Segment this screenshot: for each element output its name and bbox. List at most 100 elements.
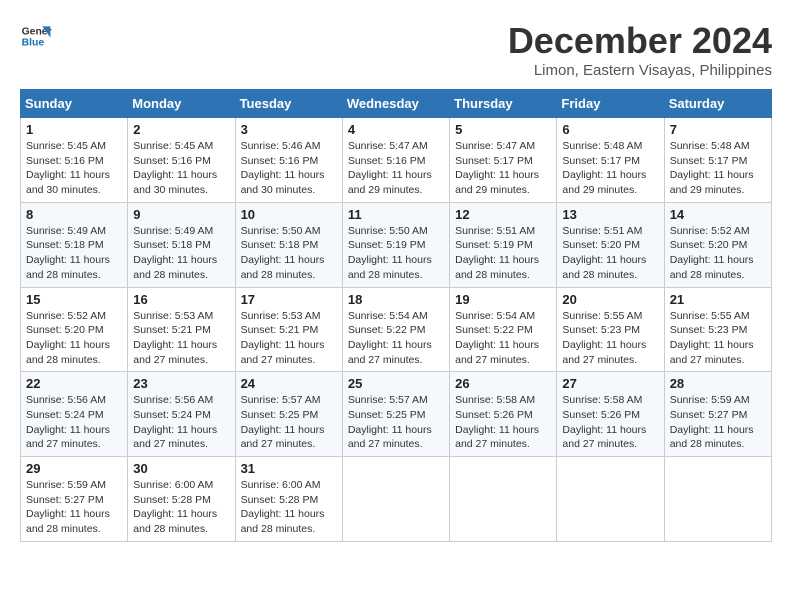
header-saturday: Saturday xyxy=(664,90,771,118)
day-info: Sunrise: 5:52 AM Sunset: 5:20 PM Dayligh… xyxy=(670,224,766,283)
calendar-cell xyxy=(664,457,771,542)
day-info: Sunrise: 5:54 AM Sunset: 5:22 PM Dayligh… xyxy=(455,309,551,368)
calendar-header-row: SundayMondayTuesdayWednesdayThursdayFrid… xyxy=(21,90,772,118)
header-sunday: Sunday xyxy=(21,90,128,118)
day-number: 17 xyxy=(241,292,337,307)
calendar-cell: 20 Sunrise: 5:55 AM Sunset: 5:23 PM Dayl… xyxy=(557,287,664,372)
calendar-cell xyxy=(557,457,664,542)
calendar-cell: 12 Sunrise: 5:51 AM Sunset: 5:19 PM Dayl… xyxy=(450,202,557,287)
day-number: 18 xyxy=(348,292,444,307)
calendar-cell: 13 Sunrise: 5:51 AM Sunset: 5:20 PM Dayl… xyxy=(557,202,664,287)
calendar-title: December 2024 xyxy=(508,20,772,62)
day-number: 19 xyxy=(455,292,551,307)
day-info: Sunrise: 5:49 AM Sunset: 5:18 PM Dayligh… xyxy=(133,224,229,283)
day-info: Sunrise: 5:54 AM Sunset: 5:22 PM Dayligh… xyxy=(348,309,444,368)
day-number: 16 xyxy=(133,292,229,307)
day-number: 3 xyxy=(241,122,337,137)
calendar-cell: 14 Sunrise: 5:52 AM Sunset: 5:20 PM Dayl… xyxy=(664,202,771,287)
day-number: 5 xyxy=(455,122,551,137)
day-info: Sunrise: 6:00 AM Sunset: 5:28 PM Dayligh… xyxy=(241,478,337,537)
calendar-week-5: 29 Sunrise: 5:59 AM Sunset: 5:27 PM Dayl… xyxy=(21,457,772,542)
day-number: 10 xyxy=(241,207,337,222)
day-number: 30 xyxy=(133,461,229,476)
calendar-subtitle: Limon, Eastern Visayas, Philippines xyxy=(508,62,772,79)
day-info: Sunrise: 5:48 AM Sunset: 5:17 PM Dayligh… xyxy=(670,139,766,198)
day-info: Sunrise: 5:55 AM Sunset: 5:23 PM Dayligh… xyxy=(670,309,766,368)
calendar-cell: 9 Sunrise: 5:49 AM Sunset: 5:18 PM Dayli… xyxy=(128,202,235,287)
calendar-cell: 17 Sunrise: 5:53 AM Sunset: 5:21 PM Dayl… xyxy=(235,287,342,372)
day-number: 25 xyxy=(348,376,444,391)
calendar-cell: 21 Sunrise: 5:55 AM Sunset: 5:23 PM Dayl… xyxy=(664,287,771,372)
calendar-cell: 26 Sunrise: 5:58 AM Sunset: 5:26 PM Dayl… xyxy=(450,372,557,457)
calendar-cell: 4 Sunrise: 5:47 AM Sunset: 5:16 PM Dayli… xyxy=(342,118,449,203)
day-number: 6 xyxy=(562,122,658,137)
calendar-cell: 18 Sunrise: 5:54 AM Sunset: 5:22 PM Dayl… xyxy=(342,287,449,372)
day-info: Sunrise: 5:57 AM Sunset: 5:25 PM Dayligh… xyxy=(241,393,337,452)
day-number: 11 xyxy=(348,207,444,222)
day-number: 27 xyxy=(562,376,658,391)
logo: General Blue xyxy=(20,20,52,52)
day-info: Sunrise: 5:51 AM Sunset: 5:19 PM Dayligh… xyxy=(455,224,551,283)
svg-text:Blue: Blue xyxy=(22,38,45,49)
day-info: Sunrise: 5:56 AM Sunset: 5:24 PM Dayligh… xyxy=(26,393,122,452)
day-info: Sunrise: 5:59 AM Sunset: 5:27 PM Dayligh… xyxy=(26,478,122,537)
day-number: 2 xyxy=(133,122,229,137)
day-number: 15 xyxy=(26,292,122,307)
calendar-cell: 15 Sunrise: 5:52 AM Sunset: 5:20 PM Dayl… xyxy=(21,287,128,372)
day-info: Sunrise: 5:55 AM Sunset: 5:23 PM Dayligh… xyxy=(562,309,658,368)
calendar-week-1: 1 Sunrise: 5:45 AM Sunset: 5:16 PM Dayli… xyxy=(21,118,772,203)
calendar-cell: 2 Sunrise: 5:45 AM Sunset: 5:16 PM Dayli… xyxy=(128,118,235,203)
day-number: 31 xyxy=(241,461,337,476)
calendar-cell xyxy=(342,457,449,542)
day-info: Sunrise: 5:45 AM Sunset: 5:16 PM Dayligh… xyxy=(133,139,229,198)
calendar-cell: 8 Sunrise: 5:49 AM Sunset: 5:18 PM Dayli… xyxy=(21,202,128,287)
calendar-cell: 31 Sunrise: 6:00 AM Sunset: 5:28 PM Dayl… xyxy=(235,457,342,542)
day-number: 28 xyxy=(670,376,766,391)
calendar-cell: 23 Sunrise: 5:56 AM Sunset: 5:24 PM Dayl… xyxy=(128,372,235,457)
page-header: General Blue December 2024 Limon, Easter… xyxy=(20,20,772,79)
calendar-week-2: 8 Sunrise: 5:49 AM Sunset: 5:18 PM Dayli… xyxy=(21,202,772,287)
day-info: Sunrise: 5:45 AM Sunset: 5:16 PM Dayligh… xyxy=(26,139,122,198)
day-number: 8 xyxy=(26,207,122,222)
day-info: Sunrise: 5:48 AM Sunset: 5:17 PM Dayligh… xyxy=(562,139,658,198)
title-area: December 2024 Limon, Eastern Visayas, Ph… xyxy=(508,20,772,79)
calendar-cell: 10 Sunrise: 5:50 AM Sunset: 5:18 PM Dayl… xyxy=(235,202,342,287)
day-number: 12 xyxy=(455,207,551,222)
calendar-cell: 29 Sunrise: 5:59 AM Sunset: 5:27 PM Dayl… xyxy=(21,457,128,542)
day-info: Sunrise: 5:47 AM Sunset: 5:17 PM Dayligh… xyxy=(455,139,551,198)
calendar-cell xyxy=(450,457,557,542)
day-number: 23 xyxy=(133,376,229,391)
day-number: 26 xyxy=(455,376,551,391)
header-tuesday: Tuesday xyxy=(235,90,342,118)
header-wednesday: Wednesday xyxy=(342,90,449,118)
header-monday: Monday xyxy=(128,90,235,118)
day-number: 1 xyxy=(26,122,122,137)
day-info: Sunrise: 5:53 AM Sunset: 5:21 PM Dayligh… xyxy=(241,309,337,368)
day-number: 24 xyxy=(241,376,337,391)
calendar-week-3: 15 Sunrise: 5:52 AM Sunset: 5:20 PM Dayl… xyxy=(21,287,772,372)
calendar-cell: 16 Sunrise: 5:53 AM Sunset: 5:21 PM Dayl… xyxy=(128,287,235,372)
day-info: Sunrise: 5:56 AM Sunset: 5:24 PM Dayligh… xyxy=(133,393,229,452)
day-number: 29 xyxy=(26,461,122,476)
day-info: Sunrise: 5:52 AM Sunset: 5:20 PM Dayligh… xyxy=(26,309,122,368)
day-number: 13 xyxy=(562,207,658,222)
calendar-cell: 24 Sunrise: 5:57 AM Sunset: 5:25 PM Dayl… xyxy=(235,372,342,457)
day-number: 20 xyxy=(562,292,658,307)
calendar-week-4: 22 Sunrise: 5:56 AM Sunset: 5:24 PM Dayl… xyxy=(21,372,772,457)
day-number: 22 xyxy=(26,376,122,391)
calendar-cell: 27 Sunrise: 5:58 AM Sunset: 5:26 PM Dayl… xyxy=(557,372,664,457)
day-info: Sunrise: 5:59 AM Sunset: 5:27 PM Dayligh… xyxy=(670,393,766,452)
day-info: Sunrise: 5:50 AM Sunset: 5:19 PM Dayligh… xyxy=(348,224,444,283)
calendar-cell: 7 Sunrise: 5:48 AM Sunset: 5:17 PM Dayli… xyxy=(664,118,771,203)
day-info: Sunrise: 5:47 AM Sunset: 5:16 PM Dayligh… xyxy=(348,139,444,198)
day-number: 7 xyxy=(670,122,766,137)
logo-icon: General Blue xyxy=(20,20,52,52)
calendar-table: SundayMondayTuesdayWednesdayThursdayFrid… xyxy=(20,89,772,542)
calendar-cell: 30 Sunrise: 6:00 AM Sunset: 5:28 PM Dayl… xyxy=(128,457,235,542)
day-info: Sunrise: 5:58 AM Sunset: 5:26 PM Dayligh… xyxy=(562,393,658,452)
day-number: 9 xyxy=(133,207,229,222)
day-info: Sunrise: 5:58 AM Sunset: 5:26 PM Dayligh… xyxy=(455,393,551,452)
header-friday: Friday xyxy=(557,90,664,118)
day-number: 4 xyxy=(348,122,444,137)
day-info: Sunrise: 6:00 AM Sunset: 5:28 PM Dayligh… xyxy=(133,478,229,537)
